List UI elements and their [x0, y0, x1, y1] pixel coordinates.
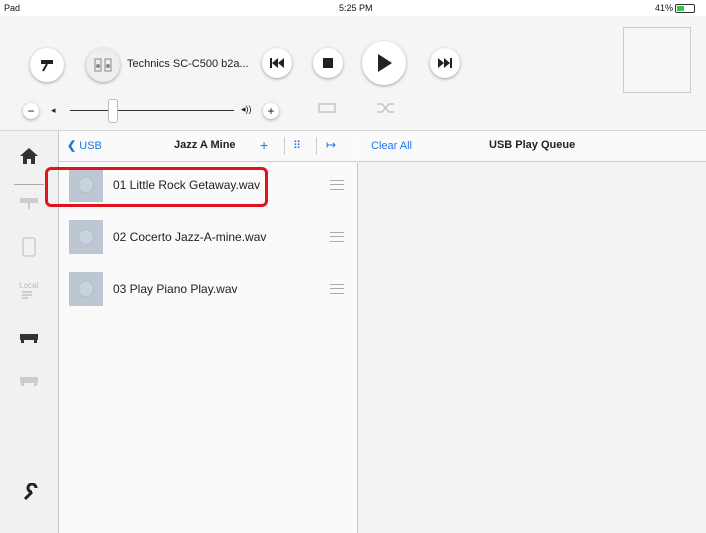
device-button[interactable]	[86, 48, 120, 82]
track-thumbnail	[69, 220, 103, 254]
settings-button[interactable]	[20, 481, 42, 503]
drag-handle-icon[interactable]	[330, 232, 344, 242]
speaker-wand-icon	[41, 60, 53, 72]
repeat-button[interactable]	[317, 101, 337, 120]
queue-title: USB Play Queue	[489, 139, 576, 151]
back-label: USB	[79, 140, 102, 152]
cd-source-button[interactable]	[18, 370, 40, 392]
sidebar-divider	[14, 184, 44, 185]
battery-percent: 41%	[655, 3, 674, 13]
track-row[interactable]: 03 Play Piano Play.wav	[59, 266, 357, 318]
play-button[interactable]	[362, 41, 406, 85]
local-music-icon: Local	[19, 281, 38, 299]
battery-icon	[675, 4, 696, 14]
add-icon[interactable]: +	[260, 137, 268, 153]
previous-icon	[270, 58, 284, 68]
next-icon	[438, 58, 452, 68]
grid-view-icon[interactable]: ⠿	[293, 139, 301, 152]
drag-handle-icon[interactable]	[330, 180, 344, 190]
album-art	[623, 27, 691, 93]
status-time: 5:25 PM	[339, 3, 373, 13]
device-label: Pad	[4, 3, 21, 13]
svg-text:Local: Local	[19, 281, 38, 290]
minus-icon: −	[27, 104, 35, 118]
local-music-button[interactable]: Local	[16, 279, 42, 301]
drag-handle-icon[interactable]	[330, 284, 344, 294]
wrench-icon	[23, 483, 38, 501]
tablet-icon	[22, 237, 36, 257]
queue-header: Clear All USB Play Queue	[358, 131, 706, 162]
volume-high-icon: ◂))	[241, 104, 252, 114]
volume-slider-thumb[interactable]	[108, 99, 118, 123]
track-list: 01 Little Rock Getaway.wav 02 Cocerto Ja…	[59, 162, 358, 533]
home-icon	[20, 148, 38, 164]
chevron-left-icon: ❮	[67, 140, 77, 152]
home-button[interactable]	[18, 145, 40, 167]
usb-source-button[interactable]	[18, 327, 40, 349]
header-divider-2	[316, 137, 317, 155]
previous-button[interactable]	[262, 48, 292, 78]
stop-button[interactable]	[313, 48, 343, 78]
expand-panel-icon[interactable]: ↦	[326, 138, 336, 152]
network-button[interactable]	[18, 192, 40, 214]
selection-highlight	[45, 167, 268, 207]
volume-down-button[interactable]: −	[23, 103, 39, 119]
network-icon	[20, 198, 38, 209]
clear-all-button[interactable]: Clear All	[371, 140, 412, 152]
volume-low-icon: ◂	[51, 105, 56, 115]
speaker-select-button[interactable]	[30, 48, 64, 82]
volume-up-button[interactable]: +	[263, 103, 279, 119]
track-name: 03 Play Piano Play.wav	[113, 282, 238, 296]
list-title: Jazz A Mine	[174, 139, 236, 151]
device-tablet-button[interactable]	[18, 236, 40, 258]
plus-icon: +	[267, 104, 275, 118]
queue-list	[358, 162, 706, 533]
status-bar: Pad 5:25 PM 41%	[0, 0, 706, 16]
header-divider	[284, 137, 285, 155]
back-usb-button[interactable]: ❮ USB	[67, 139, 102, 152]
volume-slider-track[interactable]	[70, 110, 234, 111]
repeat-icon	[318, 103, 336, 113]
shuffle-button[interactable]	[376, 101, 396, 120]
track-thumbnail	[69, 272, 103, 306]
track-name: 02 Cocerto Jazz-A-mine.wav	[113, 230, 267, 244]
player-device-icon	[20, 377, 38, 386]
shuffle-icon	[377, 103, 394, 113]
usb-device-icon	[20, 334, 38, 343]
track-row[interactable]: 02 Cocerto Jazz-A-mine.wav	[59, 214, 357, 266]
battery-indicator: 41%	[655, 3, 696, 14]
device-name[interactable]: Technics SC-C500 b2a...	[127, 58, 249, 70]
list-header: ❮ USB Jazz A Mine + ⠿ ↦	[59, 131, 357, 162]
speakers-icon	[94, 58, 112, 72]
next-button[interactable]	[430, 48, 460, 78]
stop-icon	[323, 58, 333, 68]
play-icon	[378, 54, 392, 72]
